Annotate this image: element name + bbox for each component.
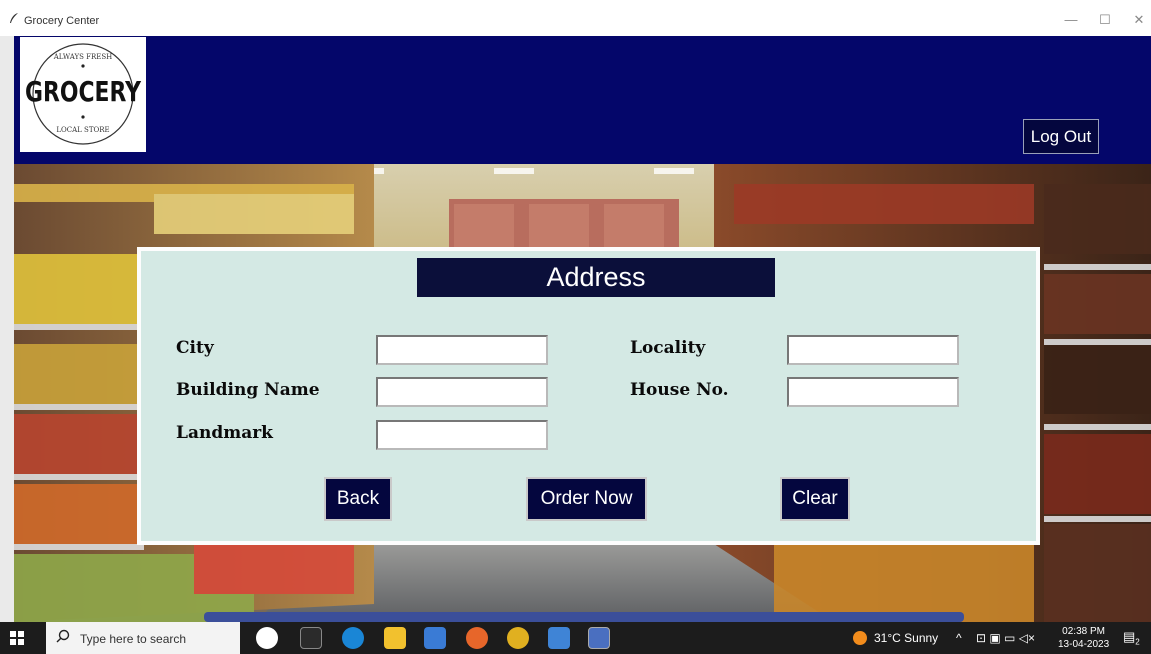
taskbar-search-box[interactable]: Type here to search (46, 622, 240, 654)
firefox-icon[interactable] (466, 627, 488, 649)
tray-system-icons[interactable]: ⊡ ▣ ▭ ◁× (976, 631, 1035, 645)
app-header (14, 36, 1151, 164)
close-button[interactable]: ✕ (1122, 8, 1151, 32)
city-input[interactable] (376, 335, 548, 365)
notification-icon[interactable]: ▤2 (1123, 629, 1140, 647)
svg-text:GROCERY: GROCERY (25, 75, 142, 108)
task-view-icon[interactable] (300, 627, 322, 649)
taskbar-clock[interactable]: 02:38 PM 13-04-2023 (1058, 625, 1109, 651)
locality-label: Locality (630, 338, 706, 358)
landmark-label: Landmark (176, 423, 273, 443)
taskbar-search-placeholder: Type here to search (80, 632, 187, 646)
locality-input[interactable] (787, 335, 959, 365)
edge-browser-icon[interactable] (342, 627, 364, 649)
logout-button[interactable]: Log Out (1023, 119, 1099, 154)
window-title: Grocery Center (24, 15, 100, 27)
house-no-input[interactable] (787, 377, 959, 407)
feather-icon (10, 13, 18, 23)
chrome-icon[interactable] (507, 627, 529, 649)
window-left-edge (0, 36, 15, 622)
weather-text[interactable]: 31°C Sunny (874, 631, 938, 645)
python-app-icon[interactable] (588, 627, 610, 649)
order-now-button[interactable]: Order Now (526, 477, 647, 521)
building-name-input[interactable] (376, 377, 548, 407)
city-label: City (176, 338, 214, 358)
tray-chevron-icon[interactable]: ^ (956, 631, 962, 645)
back-button[interactable]: Back (324, 477, 392, 521)
windows-start-icon[interactable] (10, 631, 24, 645)
notification-count: 2 (1135, 637, 1140, 647)
minimize-button[interactable]: — (1054, 8, 1088, 32)
store-icon[interactable] (424, 627, 446, 649)
landmark-input[interactable] (376, 420, 548, 450)
app-icon[interactable] (548, 627, 570, 649)
form-title: Address (417, 258, 775, 297)
window-title-bar: Grocery Center — ☐ ✕ (0, 0, 1151, 37)
grocery-logo: ALWAYS FRESH GROCERY LOCAL STORE (20, 37, 146, 152)
building-name-label: Building Name (176, 380, 320, 400)
maximize-button[interactable]: ☐ (1088, 8, 1122, 32)
file-explorer-icon[interactable] (384, 627, 406, 649)
svg-text:LOCAL STORE: LOCAL STORE (56, 126, 109, 134)
clock-time: 02:38 PM (1062, 626, 1105, 637)
svg-text:ALWAYS FRESH: ALWAYS FRESH (53, 53, 113, 61)
clear-button[interactable]: Clear (780, 477, 850, 521)
house-no-label: House No. (630, 380, 729, 400)
weather-sun-icon (853, 631, 867, 645)
clock-date: 13-04-2023 (1058, 639, 1110, 650)
bing-icon[interactable] (256, 627, 278, 649)
search-icon (56, 629, 70, 643)
